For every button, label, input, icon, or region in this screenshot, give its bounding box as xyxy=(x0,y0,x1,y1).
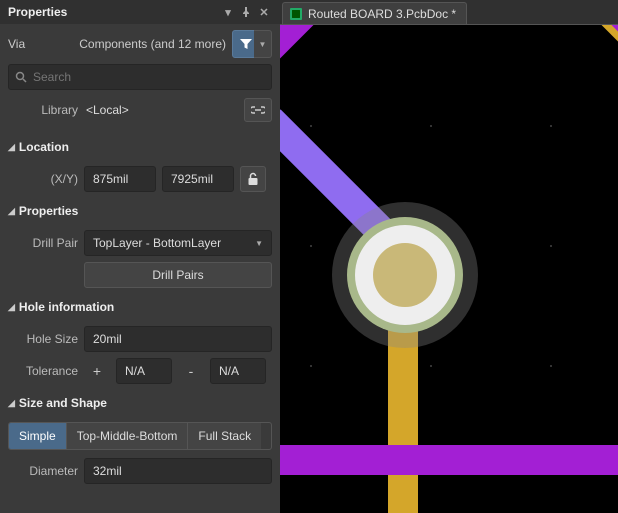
mode-simple[interactable]: Simple xyxy=(9,423,67,449)
pcb-doc-icon xyxy=(289,7,303,21)
drill-pairs-button[interactable]: Drill Pairs xyxy=(84,262,272,288)
diameter-label: Diameter xyxy=(8,464,78,478)
properties-panel: Properties ▾ ✕ Via Components (and 12 mo… xyxy=(0,0,280,513)
section-location-title: Location xyxy=(19,140,69,154)
object-type-label: Via xyxy=(8,37,25,51)
library-label: Library xyxy=(8,103,78,117)
panel-title: Properties xyxy=(8,5,218,19)
tolerance-row: Tolerance + - xyxy=(8,358,272,384)
hole-size-row: Hole Size xyxy=(8,326,272,352)
xy-label: (X/Y) xyxy=(8,172,78,186)
document-tab[interactable]: Routed BOARD 3.PcbDoc * xyxy=(282,2,467,24)
trace-purple-top-left[interactable] xyxy=(280,24,355,68)
hole-size-input[interactable] xyxy=(84,326,272,352)
diameter-input[interactable] xyxy=(84,458,272,484)
y-input[interactable] xyxy=(162,166,234,192)
section-size-shape-title: Size and Shape xyxy=(19,396,107,410)
trace-purple-horizontal[interactable] xyxy=(280,445,618,475)
document-tab-label: Routed BOARD 3.PcbDoc * xyxy=(308,7,456,21)
via-object[interactable] xyxy=(330,200,480,350)
dropdown-icon[interactable]: ▾ xyxy=(220,4,236,20)
filter-dropdown-button[interactable]: ▼ xyxy=(254,30,272,58)
panel-title-bar: Properties ▾ ✕ xyxy=(0,0,280,24)
collapse-icon: ◢ xyxy=(8,142,15,153)
section-size-shape-header[interactable]: ◢ Size and Shape xyxy=(8,390,272,416)
search-icon xyxy=(15,71,27,83)
filter-summary: Components (and 12 more) xyxy=(79,37,226,51)
document-tab-bar: Routed BOARD 3.PcbDoc * xyxy=(280,0,618,24)
section-properties-title: Properties xyxy=(19,204,78,218)
section-hole-header[interactable]: ◢ Hole information xyxy=(8,294,272,320)
lock-button[interactable] xyxy=(240,166,266,192)
mode-full-stack[interactable]: Full Stack xyxy=(188,423,261,449)
search-field[interactable] xyxy=(8,64,272,90)
panel-scroll-area[interactable]: Library <Local> ◢ Location (X/Y) ◢ Prope… xyxy=(0,64,280,513)
location-xy-row: (X/Y) xyxy=(8,166,272,192)
section-properties-header[interactable]: ◢ Properties xyxy=(8,198,272,224)
library-link-button[interactable] xyxy=(244,98,272,122)
x-input[interactable] xyxy=(84,166,156,192)
editor-area: Routed BOARD 3.PcbDoc * xyxy=(280,0,618,513)
diameter-row: Diameter xyxy=(8,458,272,484)
library-value: <Local> xyxy=(86,103,236,117)
lock-open-icon xyxy=(247,172,259,186)
mode-top-middle-bottom[interactable]: Top-Middle-Bottom xyxy=(67,423,189,449)
trace-purple-top-right[interactable] xyxy=(562,24,618,96)
collapse-icon: ◢ xyxy=(8,302,15,313)
drill-pair-select[interactable]: TopLayer - BottomLayer xyxy=(84,230,272,256)
section-location-header[interactable]: ◢ Location xyxy=(8,134,272,160)
drill-pairs-btn-row: Drill Pairs xyxy=(8,262,272,288)
pcb-viewport[interactable] xyxy=(280,24,618,513)
close-icon[interactable]: ✕ xyxy=(256,4,272,20)
search-input[interactable] xyxy=(33,70,265,84)
drill-pair-row: Drill Pair TopLayer - BottomLayer xyxy=(8,230,272,256)
drill-pair-value: TopLayer - BottomLayer xyxy=(93,236,221,250)
trace-gold-top-right[interactable] xyxy=(532,24,618,76)
link-icon xyxy=(251,105,265,115)
panel-toolbar: Via Components (and 12 more) ▼ xyxy=(0,24,280,64)
tolerance-minus-input[interactable] xyxy=(210,358,266,384)
library-row: Library <Local> xyxy=(8,96,272,124)
section-hole-title: Hole information xyxy=(19,300,114,314)
shape-mode-tabs: Simple Top-Middle-Bottom Full Stack xyxy=(8,422,272,450)
drill-pair-label: Drill Pair xyxy=(8,236,78,250)
tolerance-label: Tolerance xyxy=(8,364,78,378)
pin-icon[interactable] xyxy=(238,4,254,20)
collapse-icon: ◢ xyxy=(8,206,15,217)
chevron-down-icon: ▼ xyxy=(259,40,267,49)
tolerance-plus-label: + xyxy=(84,358,110,384)
funnel-icon xyxy=(239,37,253,51)
collapse-icon: ◢ xyxy=(8,398,15,409)
tolerance-plus-input[interactable] xyxy=(116,358,172,384)
hole-size-label: Hole Size xyxy=(8,332,78,346)
tolerance-minus-label: - xyxy=(178,358,204,384)
